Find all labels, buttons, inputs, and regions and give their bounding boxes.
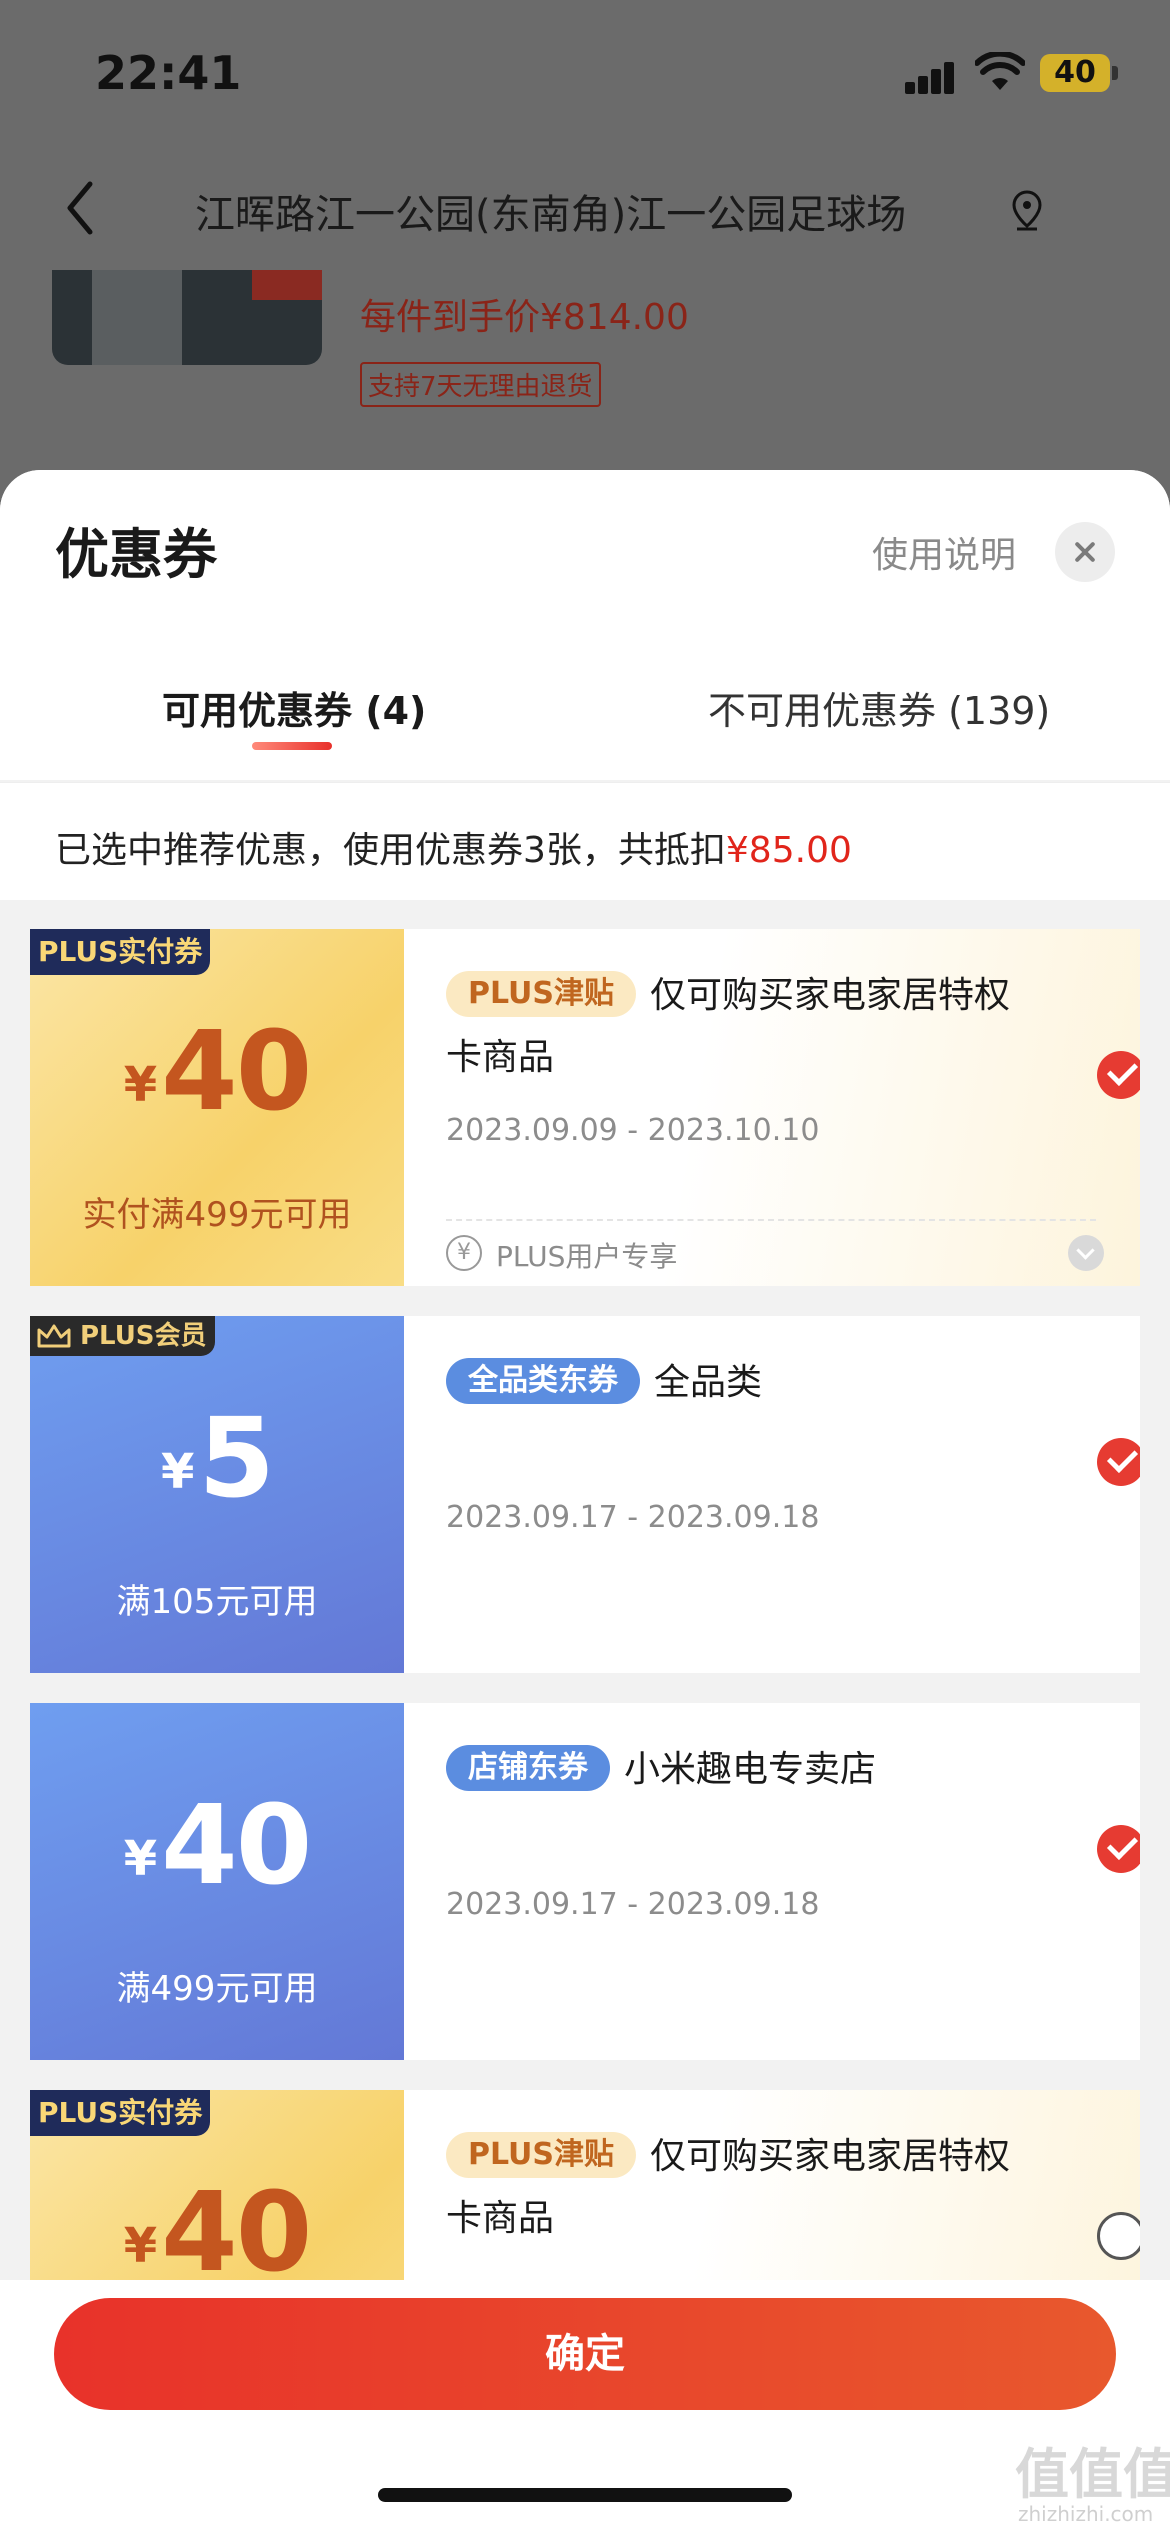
coupon-description: PLUS津贴 仅可购买家电家居特权卡商品 [446,2126,1026,2250]
summary-text: 已选中推荐优惠，使用优惠券3张，共抵扣¥85.00 [55,821,852,873]
background-page: 22:41 40 江晖路江一公园(东南角)江一公园足球场 每件到手价¥814.0… [0,0,1170,500]
nav-bar: 江晖路江一公园(东南角)江一公园足球场 [0,160,1170,250]
return-policy-tag: 支持7天无理由退货 [360,362,601,407]
coupon-scope: 小米趣电专卖店 [624,1749,877,1790]
coupon-detail: PLUS津贴 仅可购买家电家居特权卡商品 2023.09.09 - 2023.10… [404,929,1140,1286]
coupon-amount: ¥40 [30,1781,404,1909]
wifi-icon [975,52,1025,90]
coupon-description: 全品类东券 全品类 [446,1352,1026,1414]
sheet-title: 优惠券 [55,523,217,586]
battery-cap [1112,66,1118,80]
coupon-type-tag: PLUS津贴 [446,971,637,1017]
cellular-signal-icon [905,60,955,94]
coupon-card[interactable]: PLUS实付券 ¥40 实付满499元可用 PLUS津贴 仅可购买家电家居特权卡商… [30,929,1140,1286]
location-pin-icon[interactable] [1005,188,1049,232]
coupon-condition: 满105元可用 [116,1582,318,1622]
battery-indicator: 40 [1040,54,1110,92]
coupon-description: 店铺东券 小米趣电专卖店 [446,1739,1026,1801]
amount-value: 40 [161,2168,312,2296]
coupon-badge-label: PLUS会员 [80,1321,207,1351]
bottom-action-bar: 确定 值值值 zhizhizhi.com [0,2280,1170,2532]
expand-chevron-icon[interactable] [1068,1235,1104,1271]
amount-value: 40 [161,1007,312,1135]
sheet-header: 优惠券 使用说明 可用优惠券 (4) 不可用优惠券 (139) [0,470,1170,780]
coupon-badge: PLUS实付券 [30,2090,211,2136]
currency-symbol: ¥ [161,1444,195,1500]
coupon-validity: 2023.09.09 - 2023.10.10 [446,1113,820,1148]
coupon-type-tag: 店铺东券 [446,1745,610,1791]
watermark-logo: 值值值 [1015,2443,1170,2506]
coupon-select-checkbox[interactable] [1097,1438,1140,1486]
summary-label: 已选中推荐优惠，使用优惠券3张，共抵扣 [55,830,726,871]
coupon-value-panel: ¥40 满499元可用 [30,1703,404,2060]
coupon-footer-text: PLUS用户专享 [496,1240,678,1273]
currency-symbol: ¥ [123,2218,158,2274]
coupon-detail: 全品类东券 全品类 2023.09.17 - 2023.09.18 [404,1316,1140,1673]
coupon-scope: 全品类 [654,1362,763,1403]
coupon-validity: 2023.09.17 - 2023.09.18 [446,1887,820,1922]
coupon-value-panel: PLUS实付券 ¥40 实付满499元可用 [30,929,404,1286]
yen-circle-icon: ¥ [446,1235,482,1271]
coupon-select-checkbox[interactable] [1097,1051,1140,1099]
active-tab-indicator [252,742,332,750]
coupon-amount: ¥40 [30,2168,404,2296]
home-indicator[interactable] [378,2488,792,2502]
usage-instructions-link[interactable]: 使用说明 [872,526,1016,578]
coupon-card[interactable]: PLUS会员 ¥5 满105元可用 全品类东券 全品类 2023.09.17 - … [30,1316,1140,1673]
currency-symbol: ¥ [123,1057,158,1113]
coupon-select-checkbox[interactable] [1097,2212,1140,2260]
coupon-validity: 2023.09.17 - 2023.09.18 [446,1500,820,1535]
coupon-amount: ¥40 [30,1007,404,1135]
product-thumbnail [52,270,322,365]
coupon-badge: PLUS实付券 [30,929,211,975]
coupon-badge: PLUS会员 [30,1316,215,1356]
coupon-sheet: 优惠券 使用说明 可用优惠券 (4) 不可用优惠券 (139) 已选中推荐优惠，… [0,470,1170,2532]
coupon-amount: ¥5 [30,1394,404,1522]
watermark-url: zhizhizhi.com [1018,2502,1154,2526]
crown-icon [37,1324,71,1348]
nav-title: 江晖路江一公园(东南角)江一公园足球场 [195,192,907,238]
currency-symbol: ¥ [123,1831,158,1887]
coupon-type-tag: PLUS津贴 [446,2132,637,2178]
close-button[interactable] [1055,522,1115,582]
status-bar: 22:41 40 [0,0,1170,150]
summary-amount: ¥85.00 [725,830,852,871]
coupon-condition: 满499元可用 [116,1969,318,2009]
coupon-footer: ¥ PLUS用户专享 [446,1219,1104,1286]
confirm-button[interactable]: 确定 [54,2298,1116,2410]
back-arrow-icon[interactable] [60,178,100,238]
coupon-value-panel: PLUS会员 ¥5 满105元可用 [30,1316,404,1673]
coupon-description: PLUS津贴 仅可购买家电家居特权卡商品 [446,965,1026,1089]
coupon-detail: 店铺东券 小米趣电专卖店 2023.09.17 - 2023.09.18 [404,1703,1140,2060]
status-time: 22:41 [95,46,242,100]
tab-available-coupons[interactable]: 可用优惠券 (4) [162,680,426,735]
selection-summary: 已选中推荐优惠，使用优惠券3张，共抵扣¥85.00 [0,782,1170,900]
product-price: 每件到手价¥814.00 [360,297,689,338]
coupon-condition: 实付满499元可用 [82,1195,352,1235]
amount-value: 40 [161,1781,312,1909]
coupon-type-tag: 全品类东券 [446,1358,640,1404]
coupon-card[interactable]: ¥40 满499元可用 店铺东券 小米趣电专卖店 2023.09.17 - 202… [30,1703,1140,2060]
tab-unavailable-coupons[interactable]: 不可用优惠券 (139) [708,680,1050,735]
amount-value: 5 [198,1394,275,1522]
coupon-select-checkbox[interactable] [1097,1825,1140,1873]
